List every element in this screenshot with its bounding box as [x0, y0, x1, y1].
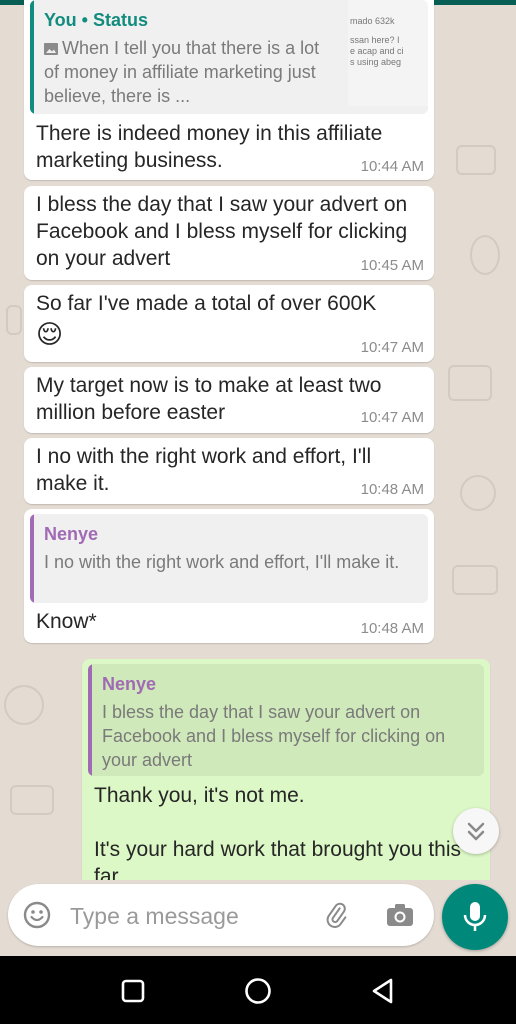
message-bubble[interactable]: So far I've made a total of over 600K 😌 … [24, 285, 434, 362]
relieved-face-emoji: 😌 [36, 319, 64, 349]
quote-author: You • Status [44, 10, 148, 30]
message-time: 10:47 AM [360, 409, 424, 426]
home-circle-icon[interactable] [243, 976, 273, 1006]
camera-icon[interactable] [385, 900, 415, 930]
message-time: 10:44 AM [360, 158, 424, 175]
message-time: 10:48 AM [360, 620, 424, 637]
message-bubble[interactable]: Nenye I no with the right work and effor… [24, 509, 434, 643]
emoji-icon[interactable] [22, 900, 52, 930]
message-input[interactable]: Type a message [70, 903, 239, 930]
image-icon [44, 43, 58, 55]
message-text: Know* [36, 610, 97, 633]
message-time: 10:45 AM [360, 257, 424, 274]
quote-text: When I tell you that there is a lot of m… [44, 38, 320, 106]
message-bubble-outgoing[interactable]: Nenye I bless the day that I saw your ad… [82, 659, 490, 880]
quote-text: I no with the right work and effort, I'l… [44, 552, 400, 572]
scroll-to-bottom-button[interactable] [453, 808, 499, 854]
quote-bar [30, 514, 34, 603]
status-thumbnail[interactable]: mado 632k ssan here? I e acap and ci s u… [348, 0, 428, 106]
recents-square-icon[interactable] [118, 976, 148, 1006]
quoted-status[interactable]: You • Status When I tell you that there … [30, 0, 428, 114]
mic-button[interactable] [442, 884, 508, 950]
message-bubble[interactable]: I bless the day that I saw your advert o… [24, 186, 434, 280]
message-composer[interactable]: Type a message [8, 884, 434, 946]
system-navigation-bar [0, 956, 516, 1024]
paperclip-icon[interactable] [321, 900, 351, 930]
back-triangle-icon[interactable] [368, 976, 398, 1006]
message-bubble[interactable]: You • Status When I tell you that there … [24, 0, 434, 180]
message-time: 10:47 AM [360, 339, 424, 356]
message-bubble[interactable]: My target now is to make at least two mi… [24, 367, 434, 433]
message-bubble[interactable]: I no with the right work and effort, I'l… [24, 438, 434, 504]
quote-author: Nenye [102, 674, 157, 694]
double-chevron-down-icon [467, 822, 485, 841]
message-list[interactable]: You • Status When I tell you that there … [0, 0, 516, 880]
message-time: 10:48 AM [360, 481, 424, 498]
quote-text: I bless the day that I saw your advert o… [102, 702, 446, 770]
mic-icon [463, 902, 487, 931]
message-text: Thank you, it's not me. It's your hard w… [94, 784, 462, 880]
quote-author: Nenye [44, 524, 99, 544]
quote-bar [30, 0, 34, 114]
quoted-message[interactable]: Nenye I no with the right work and effor… [30, 514, 428, 603]
quote-bar [88, 664, 92, 776]
quoted-message[interactable]: Nenye I bless the day that I saw your ad… [88, 664, 484, 776]
